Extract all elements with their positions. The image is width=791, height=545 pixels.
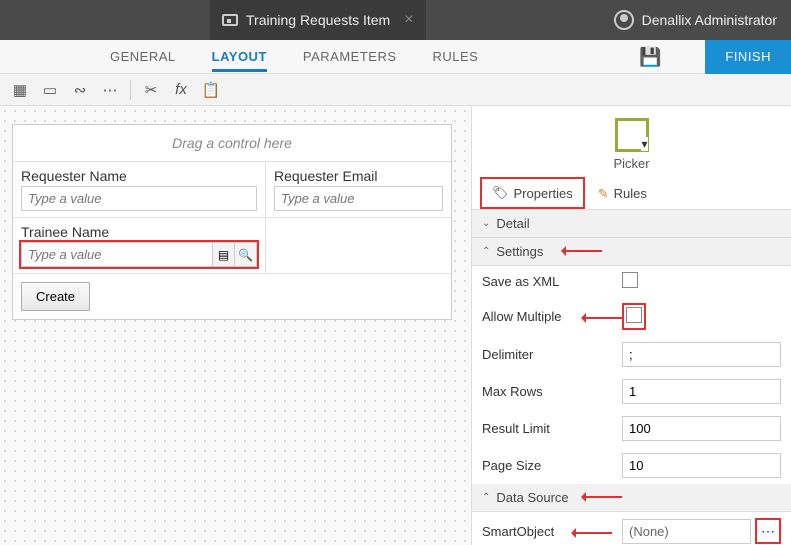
result-limit-input[interactable] [622,416,781,441]
smartobject-input[interactable] [622,519,751,544]
unlink-icon[interactable]: ∾ [70,80,90,100]
requester-name-input[interactable] [21,186,257,211]
page-size-input[interactable] [622,453,781,478]
trainee-name-picker[interactable]: ▤ 🔍 [21,242,257,267]
toolbar: ▦ ▭ ∾ ⋯ ✂ fx 📋 [0,74,791,106]
tab-general[interactable]: GENERAL [110,41,176,72]
save-icon[interactable]: 💾 [639,47,659,67]
page-size-label: Page Size [482,458,622,473]
annotation-arrow [562,250,602,252]
section-settings[interactable]: ⌃ Settings [472,238,791,266]
separator [130,80,131,100]
user-info[interactable]: Denallix Administrator [614,10,791,30]
rules-tab[interactable]: ✎ Rules [587,177,658,209]
more-icon[interactable]: ⋯ [100,80,120,100]
chevron-up-icon: ⌃ [482,492,490,503]
picker-search-icon[interactable]: 🔍 [234,243,256,266]
requester-email-input[interactable] [274,186,443,211]
form-icon [222,14,238,26]
finish-button[interactable]: FINISH [705,40,791,74]
chevron-up-icon: ⌃ [482,246,490,257]
picker-add-icon[interactable]: ▤ [212,243,234,266]
annotation-arrow [582,496,622,498]
drop-hint[interactable]: Drag a control here [13,125,451,162]
properties-panel: Picker 🏷 Properties ✎ Rules ⌄ Detail ⌃ S… [471,106,791,545]
save-as-xml-label: Save as XML [482,274,622,289]
toolbox-icon[interactable]: ▦ [10,80,30,100]
delimiter-input[interactable] [622,342,781,367]
menu-bar: GENERAL LAYOUT PARAMETERS RULES 💾 FINISH [0,40,791,74]
title-bar: Training Requests Item × Denallix Admini… [0,0,791,40]
user-avatar-icon [614,10,634,30]
max-rows-input[interactable] [622,379,781,404]
requester-name-label: Requester Name [21,168,257,184]
rules-icon: ✎ [598,186,609,202]
create-button[interactable]: Create [21,282,90,311]
paste-icon[interactable]: 📋 [201,80,221,100]
cut-icon[interactable]: ✂ [141,80,161,100]
save-as-xml-checkbox[interactable] [622,272,638,288]
allow-multiple-checkbox[interactable] [626,307,642,323]
allow-multiple-label: Allow Multiple [482,309,622,324]
annotation-arrow [572,532,612,534]
chevron-down-icon: ⌄ [482,218,490,229]
tab-rules[interactable]: RULES [433,41,479,72]
section-data-source[interactable]: ⌃ Data Source [472,484,791,512]
tab-parameters[interactable]: PARAMETERS [303,41,397,72]
requester-email-label: Requester Email [274,168,443,184]
form-container: Drag a control here Requester Name Reque… [12,124,452,320]
trainee-name-label: Trainee Name [21,224,257,240]
properties-tab[interactable]: 🏷 Properties [480,177,585,209]
section-detail[interactable]: ⌄ Detail [472,210,791,238]
picker-icon [615,118,649,152]
active-document-tab[interactable]: Training Requests Item × [210,0,426,40]
tab-layout[interactable]: LAYOUT [212,41,267,72]
annotation-arrow [582,317,622,319]
control-type-title: Picker [472,156,791,171]
properties-icon: 🏷 [492,185,509,201]
close-icon[interactable]: × [404,11,413,29]
fx-icon[interactable]: fx [171,80,191,100]
delimiter-label: Delimiter [482,347,622,362]
smartobject-label: SmartObject [482,524,622,539]
trainee-name-input[interactable] [22,243,212,266]
smartobject-browse-button[interactable]: ⋯ [755,518,781,544]
design-canvas[interactable]: Drag a control here Requester Name Reque… [0,106,471,545]
result-limit-label: Result Limit [482,421,622,436]
max-rows-label: Max Rows [482,384,622,399]
layout-icon[interactable]: ▭ [40,80,60,100]
tab-title: Training Requests Item [246,12,390,28]
user-name: Denallix Administrator [642,12,777,28]
